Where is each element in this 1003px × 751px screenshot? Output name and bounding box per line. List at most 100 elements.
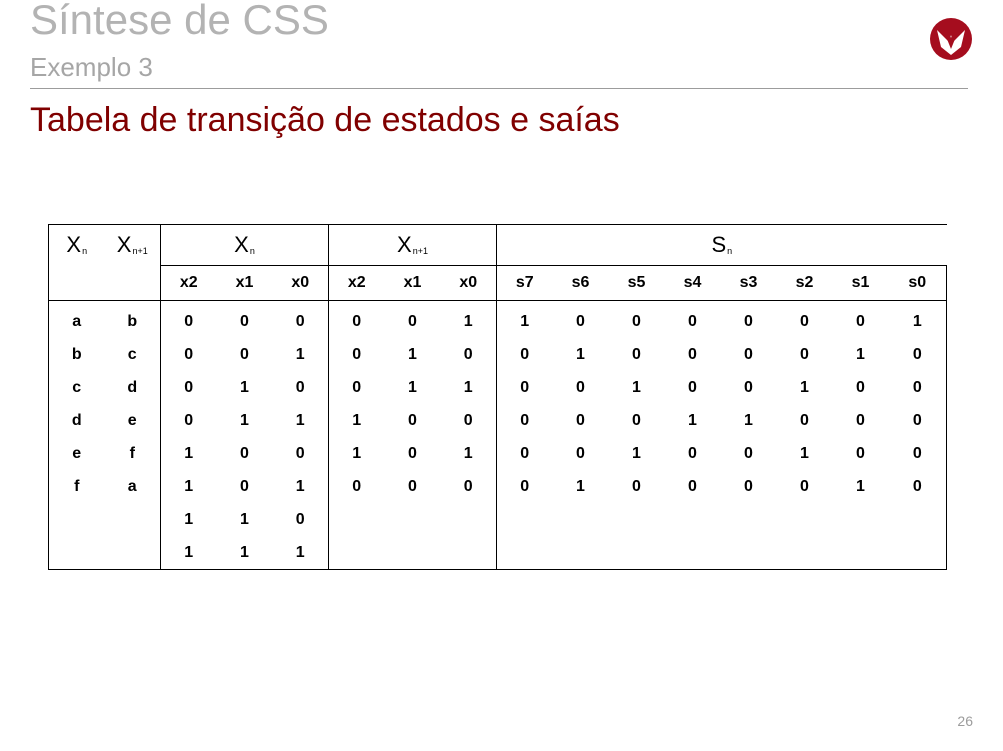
output-bit-s6-cell bbox=[553, 503, 609, 536]
xn-bit-x0-cell: 1 bbox=[272, 470, 329, 503]
xn-bit-x2-cell: 1 bbox=[184, 444, 194, 462]
xn1-bit-x2-cell: 0 bbox=[352, 378, 362, 396]
output-bit-s5-cell: 1 bbox=[632, 444, 641, 462]
header-s3: s3 bbox=[720, 265, 777, 301]
output-bit-s4-cell: 0 bbox=[688, 378, 697, 396]
header-s0: s0 bbox=[888, 265, 948, 301]
output-bit-s6-cell: 0 bbox=[576, 312, 585, 330]
header-xn: Xn bbox=[48, 224, 105, 266]
xn1-bit-x0-cell bbox=[440, 503, 497, 536]
output-bit-s5-cell bbox=[608, 536, 665, 570]
xn1-bit-x1-cell: 0 bbox=[408, 411, 417, 429]
xn1-bit-x2-cell: 1 bbox=[352, 444, 362, 462]
output-bit-s6-cell bbox=[552, 536, 609, 570]
output-bit-s0-cell: 0 bbox=[888, 338, 948, 371]
xn1-bit-x0-cell: 1 bbox=[440, 300, 497, 338]
xn-bit-x1-cell: 0 bbox=[240, 345, 249, 363]
header-xn-sub: n bbox=[82, 246, 88, 257]
xn1-bit-x1-cell: 0 bbox=[408, 444, 417, 462]
output-bit-s5-cell bbox=[609, 503, 665, 536]
xn-bit-x0-cell: 0 bbox=[272, 300, 329, 338]
next-state-cell bbox=[104, 503, 161, 536]
header-s2: s2 bbox=[776, 265, 833, 301]
header-xn-main: X bbox=[66, 232, 82, 258]
output-bit-s2-cell: 0 bbox=[800, 477, 809, 495]
output-bit-s4-cell: 0 bbox=[688, 477, 697, 495]
table-row: fa 1 0 1 0 0 0 0 1 0 0 0 0 1 0 bbox=[48, 470, 948, 503]
header-x2: x2 bbox=[160, 265, 217, 301]
header-group-xn: Xn bbox=[160, 224, 329, 266]
current-state-cell: d bbox=[48, 404, 105, 437]
table-body: ab00000110000001bc00101001000010cd010011… bbox=[48, 300, 948, 570]
output-bit-s1-cell bbox=[832, 536, 889, 570]
xn1-bit-x1-cell: 0 bbox=[408, 477, 417, 495]
output-bit-s5-cell: 0 bbox=[632, 345, 641, 363]
xn1-bit-x1-cell: 1 bbox=[408, 378, 417, 396]
output-bit-s6-cell: 0 bbox=[576, 411, 585, 429]
next-state-cell bbox=[104, 536, 161, 570]
next-state-cell: d bbox=[104, 371, 161, 404]
output-bit-s2-cell: 1 bbox=[800, 378, 809, 396]
current-state-cell: b bbox=[48, 338, 105, 371]
output-bit-s3-cell bbox=[721, 503, 777, 536]
header-x0: x0 bbox=[272, 265, 329, 301]
header-blank bbox=[48, 265, 105, 301]
header-group-sn: Sn bbox=[496, 224, 947, 266]
xn1-bit-x2-cell: 0 bbox=[352, 312, 362, 330]
current-state-cell: c bbox=[48, 371, 105, 404]
xn1-bit-x1-cell bbox=[384, 536, 441, 570]
output-bit-s2-cell: 0 bbox=[800, 411, 809, 429]
output-bit-s1-cell: 1 bbox=[856, 345, 865, 363]
xn1-bit-x2-cell: 0 bbox=[352, 345, 362, 363]
output-bit-s3-cell: 0 bbox=[744, 378, 753, 396]
output-bit-s7-cell: 0 bbox=[520, 444, 530, 462]
table-row: cd 0 1 0 0 1 1 0 0 1 0 0 1 0 0 bbox=[48, 371, 948, 404]
output-bit-s4-cell bbox=[664, 536, 721, 570]
state-transition-table: Xn Xn+1 Xn Xn+1 Sn x2 x1 x0 x2 x1 x0 s7 … bbox=[48, 224, 948, 570]
table-row: bc 0 0 1 0 1 0 0 1 0 0 0 0 1 0 bbox=[48, 338, 948, 371]
next-state-cell: e bbox=[104, 404, 161, 437]
xn-bit-x2-cell: 0 bbox=[184, 312, 194, 330]
output-bit-s4-cell bbox=[665, 503, 721, 536]
xn-bit-x2-cell: 1 bbox=[184, 477, 194, 495]
xn-bit-x0-cell: 0 bbox=[272, 437, 329, 470]
xn1-bit-x0-cell: 0 bbox=[440, 470, 497, 503]
xn-bit-x1-cell: 0 bbox=[240, 444, 249, 462]
output-bit-s0-cell: 0 bbox=[888, 371, 948, 404]
output-bit-s3-cell: 1 bbox=[744, 411, 753, 429]
next-state-cell: a bbox=[104, 470, 161, 503]
header-xn1-main: X bbox=[116, 232, 132, 258]
output-bit-s7-cell: 0 bbox=[520, 345, 530, 363]
xn1-bit-x0-cell: 0 bbox=[440, 404, 497, 437]
xn-bit-x2-cell: 1 bbox=[160, 536, 217, 570]
xn-bit-x2-cell: 0 bbox=[184, 411, 194, 429]
output-bit-s6-cell: 1 bbox=[576, 345, 585, 363]
output-bit-s2-cell: 0 bbox=[800, 345, 809, 363]
output-bit-s3-cell: 0 bbox=[744, 312, 753, 330]
xn-bit-x2-cell: 0 bbox=[184, 378, 194, 396]
header-group-sn-sub: n bbox=[727, 246, 733, 256]
slide-title: Síntese de CSS bbox=[30, 0, 329, 43]
xn1-bit-x2-cell: 0 bbox=[352, 477, 362, 495]
xn-bit-x0-cell: 0 bbox=[272, 503, 329, 536]
header-xn1-sub: n+1 bbox=[132, 246, 148, 257]
xn-bit-x0-cell: 0 bbox=[272, 371, 329, 404]
output-bit-s0-cell: 0 bbox=[888, 470, 948, 503]
header-s7: s7 bbox=[496, 265, 553, 301]
output-bit-s3-cell: 0 bbox=[744, 345, 753, 363]
current-state-cell bbox=[48, 503, 105, 536]
xn1-bit-x0-cell: 1 bbox=[440, 371, 497, 404]
header-xn1: Xn+1 bbox=[104, 224, 161, 266]
xn1-bit-x1-cell bbox=[385, 503, 441, 536]
output-bit-s4-cell: 0 bbox=[688, 444, 697, 462]
table-row: 111 bbox=[48, 536, 948, 570]
page-number: 26 bbox=[957, 713, 973, 729]
header-next-x0: x0 bbox=[440, 265, 497, 301]
xn-bit-x1-cell: 1 bbox=[240, 411, 249, 429]
output-bit-s5-cell: 0 bbox=[632, 312, 641, 330]
xn1-bit-x2-cell bbox=[329, 503, 385, 536]
header-group-xn1-main: X bbox=[397, 232, 412, 257]
xn-bit-x1-cell: 0 bbox=[240, 477, 249, 495]
output-bit-s4-cell: 0 bbox=[688, 312, 697, 330]
title-divider bbox=[30, 88, 968, 89]
